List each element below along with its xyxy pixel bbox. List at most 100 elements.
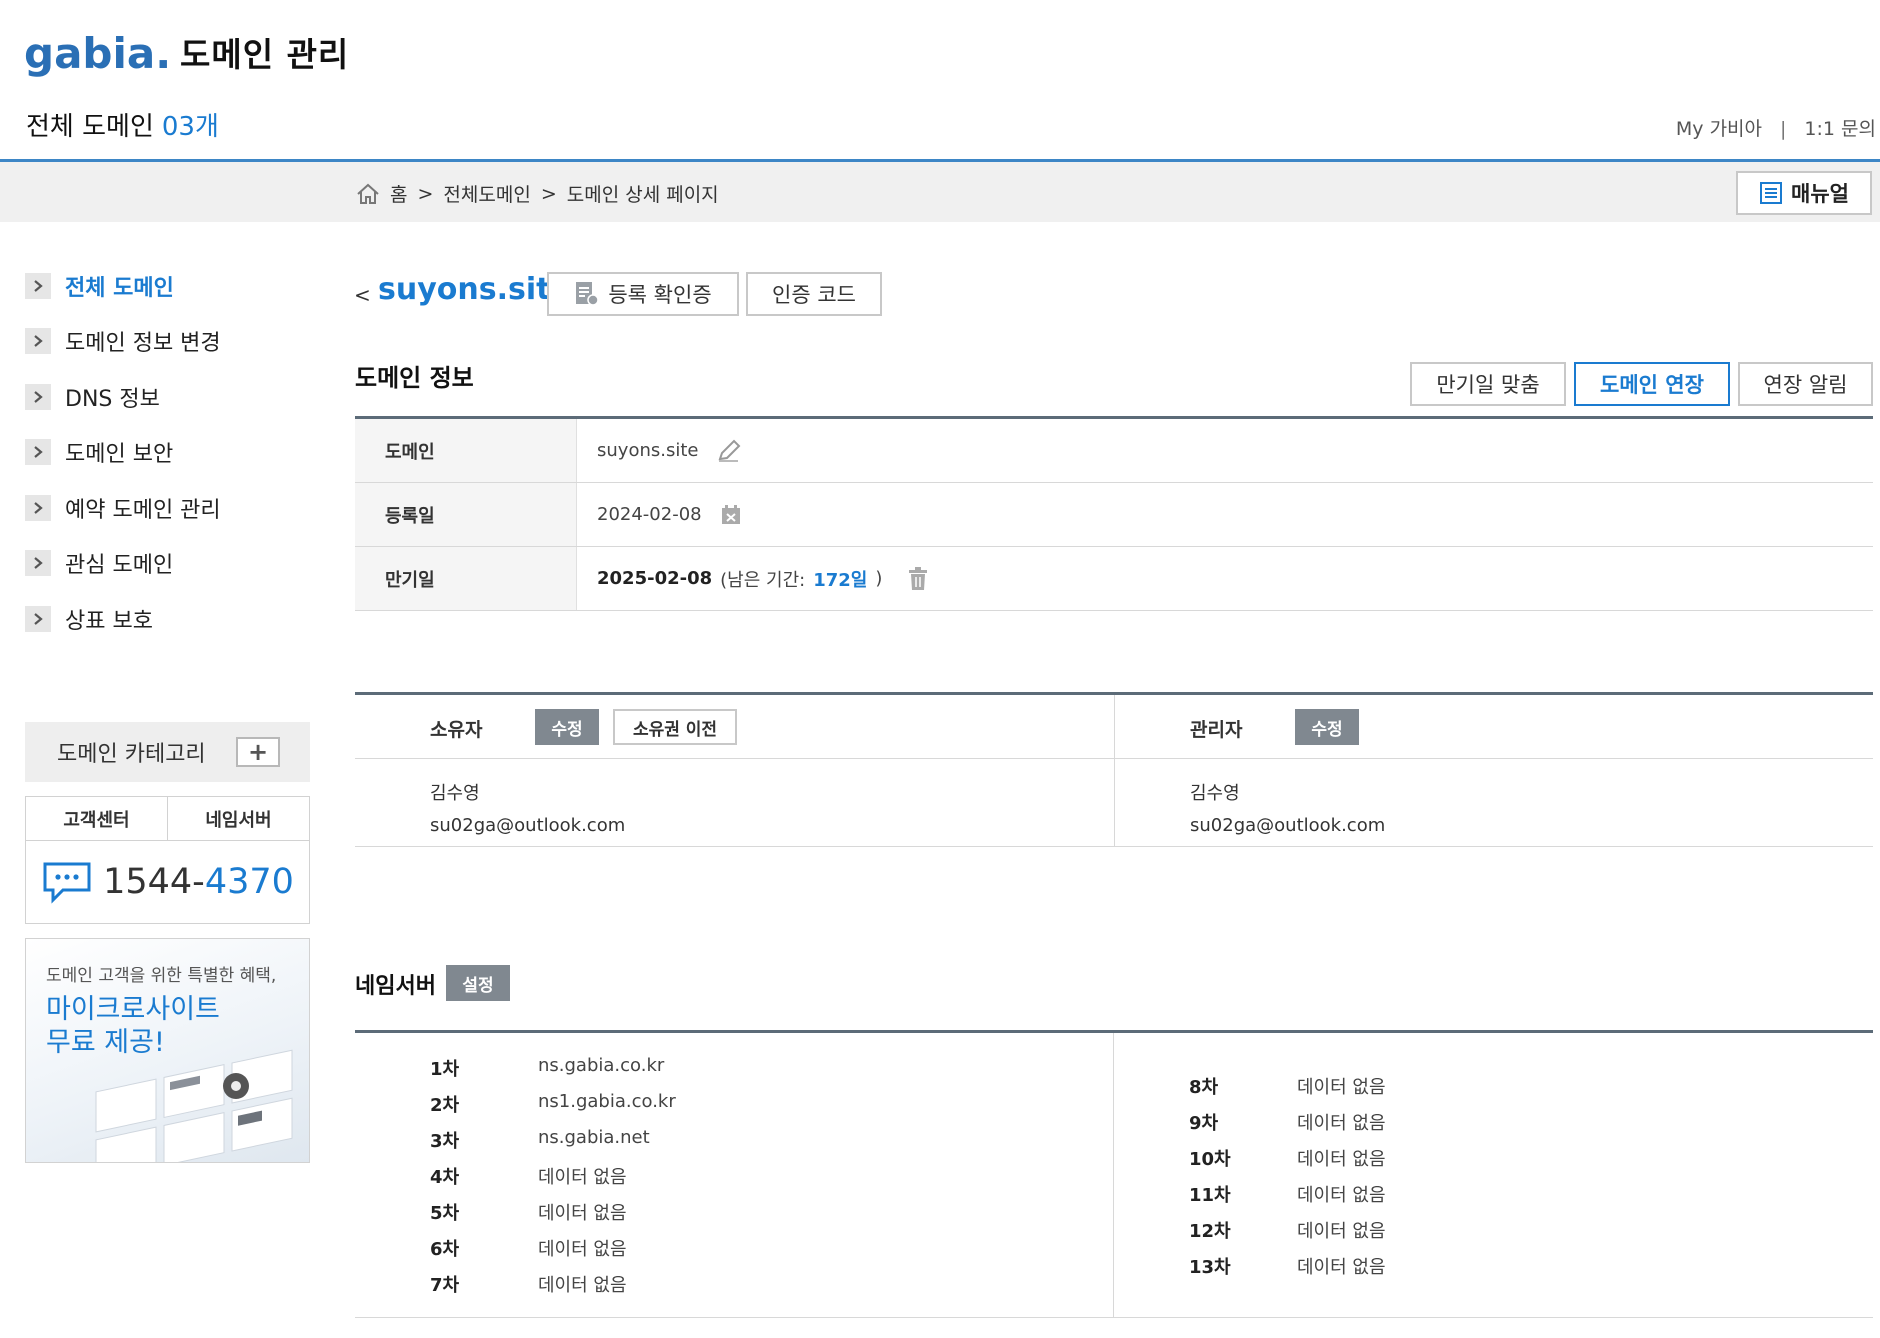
customer-center-box: 고객센터 네임서버 1544-4370 [25,796,310,924]
admin-name: 김수영 [1190,783,1240,804]
app-title: 도메인 관리 [180,35,350,74]
nameserver-row: 4차 데이터 없음 [430,1163,627,1189]
breadcrumb-separator: > [540,182,557,205]
nameserver-value: 데이터 없음 [1297,1185,1386,1206]
inquiry-link[interactable]: 1:1 문의 [1804,118,1876,140]
sidebar-item-dns-info[interactable]: DNS 정보 [25,381,160,413]
home-icon[interactable] [356,183,380,205]
nameserver-value: 데이터 없음 [538,1167,627,1188]
admin-edit-button[interactable]: 수정 [1295,709,1359,745]
sidebar-item-all-domains[interactable]: 전체 도메인 [25,270,174,302]
nameserver-value: 데이터 없음 [1297,1257,1386,1278]
add-category-button[interactable]: + [236,737,280,767]
nameserver-value: ns1.gabia.co.kr [538,1091,676,1112]
auth-code-label: 인증 코드 [772,283,856,307]
phone-prefix: 1544- [103,862,205,902]
nameserver-row: 5차 데이터 없음 [430,1199,627,1225]
nameserver-title: 네임서버 [355,974,436,999]
microsite-promo-banner[interactable]: 도메인 고객을 위한 특별한 혜택, 마이크로사이트 무료 제공! [25,938,310,1163]
sidebar-item-domain-security[interactable]: 도메인 보안 [25,436,173,468]
owner-email: su02ga@outlook.com [430,815,626,836]
column-divider [1113,1033,1114,1318]
top-links-separator: | [1780,118,1787,140]
extension-alert-button[interactable]: 연장 알림 [1738,362,1873,406]
table-row: 만기일 2025-02-08 (남은 기간: 172일 ) [355,547,1873,611]
extend-domain-button[interactable]: 도메인 연장 [1574,362,1730,406]
chat-bubble-icon [43,862,91,904]
nameserver-value: 데이터 없음 [1297,1077,1386,1098]
sidebar-item-label: 관심 도메인 [65,553,174,578]
tab-customer-center[interactable]: 고객센터 [26,797,168,840]
match-expiry-button[interactable]: 만기일 맞춤 [1410,362,1566,406]
ownership-transfer-button[interactable]: 소유권 이전 [613,709,737,745]
domain-label: 도메인 [355,419,577,482]
website-mockup-illustration [95,1049,293,1162]
domain-info-table: 도메인 suyons.site 등록일 2024-02-08 만기일 2025-… [355,416,1873,611]
nameserver-value: 데이터 없음 [1297,1221,1386,1242]
registration-certificate-button[interactable]: 등록 확인증 [547,272,739,316]
trash-icon[interactable] [908,566,928,591]
nameserver-rank: 9차 [1189,1113,1219,1134]
promo-subtitle: 도메인 고객을 위한 특별한 혜택, [46,966,277,986]
contacts-table: 소유자 수정 소유권 이전 김수영 su02ga@outlook.com 관리자… [355,692,1873,847]
table-row: 등록일 2024-02-08 [355,483,1873,547]
breadcrumb-home[interactable]: 홈 [390,180,407,207]
nameserver-row: 13차 데이터 없음 [1189,1253,1386,1279]
breadcrumb: 홈 > 전체도메인 > 도메인 상세 페이지 [356,180,719,207]
sidebar-item-label: 예약 도메인 관리 [65,498,221,523]
admin-title: 관리자 [1190,719,1243,741]
chevron-right-icon [25,328,51,354]
extension-alert-label: 연장 알림 [1763,373,1848,397]
nameserver-value: ns.gabia.net [538,1127,650,1148]
nameserver-rank: 12차 [1189,1221,1231,1242]
nameserver-value: 데이터 없음 [538,1239,627,1260]
domain-info-title: 도메인 정보 [355,364,474,392]
my-gabia-link[interactable]: My 가비아 [1676,118,1762,140]
certificate-icon [576,282,600,306]
nameserver-row: 1차 ns.gabia.co.kr [430,1055,664,1081]
nameserver-rank: 8차 [1189,1077,1219,1098]
nameserver-value: 데이터 없음 [538,1275,627,1296]
manual-button-label: 매뉴얼 [1791,182,1849,206]
sidebar-item-domain-info-change[interactable]: 도메인 정보 변경 [25,325,221,357]
nameserver-row: 8차 데이터 없음 [1189,1073,1386,1099]
registration-certificate-label: 등록 확인증 [608,283,712,307]
back-button[interactable]: < [354,283,371,307]
calendar-icon[interactable] [720,504,742,526]
domain-value: suyons.site [597,440,699,461]
pencil-edit-icon[interactable] [716,439,742,463]
sidebar-item-trademark-protection[interactable]: 상표 보호 [25,603,153,635]
sidebar-item-label: 도메인 정보 변경 [65,331,221,356]
nameserver-row: 11차 데이터 없음 [1189,1181,1386,1207]
chevron-right-icon [25,606,51,632]
nameserver-value: 데이터 없음 [1297,1113,1386,1134]
domain-category-box: 도메인 카테고리 + [25,722,310,782]
phone-suffix: 4370 [204,862,294,902]
nameserver-settings-button[interactable]: 설정 [446,965,510,1001]
gabia-logo[interactable]: gabia. [24,28,174,84]
auth-code-button[interactable]: 인증 코드 [746,272,882,316]
nameserver-row: 10차 데이터 없음 [1189,1145,1386,1171]
customer-center-phone: 1544-4370 [26,841,309,923]
sidebar-item-reserved-domains[interactable]: 예약 도메인 관리 [25,492,221,524]
owner-edit-button[interactable]: 수정 [535,709,599,745]
nameserver-value: 데이터 없음 [1297,1149,1386,1170]
registration-date-value: 2024-02-08 [597,504,702,525]
nameserver-rank: 1차 [430,1059,460,1080]
owner-name: 김수영 [430,783,480,804]
manual-button[interactable]: 매뉴얼 [1736,171,1872,215]
sidebar-item-label: 상표 보호 [65,609,153,634]
admin-email: su02ga@outlook.com [1190,815,1386,836]
breadcrumb-bar [0,162,1880,222]
sidebar-item-label: 전체 도메인 [65,276,174,301]
sidebar-item-watch-domains[interactable]: 관심 도메인 [25,547,173,579]
admin-section: 관리자 수정 김수영 su02ga@outlook.com [1114,695,1873,847]
tab-nameserver[interactable]: 네임서버 [168,797,309,840]
domain-category-label: 도메인 카테고리 [57,742,206,767]
plus-icon: + [247,738,269,766]
breadcrumb-all-domains[interactable]: 전체도메인 [443,180,530,207]
nameserver-value: ns.gabia.co.kr [538,1055,665,1076]
chevron-right-icon [25,273,51,299]
nameserver-rank: 6차 [430,1239,460,1260]
domain-name-heading: suyons.site [378,272,571,307]
